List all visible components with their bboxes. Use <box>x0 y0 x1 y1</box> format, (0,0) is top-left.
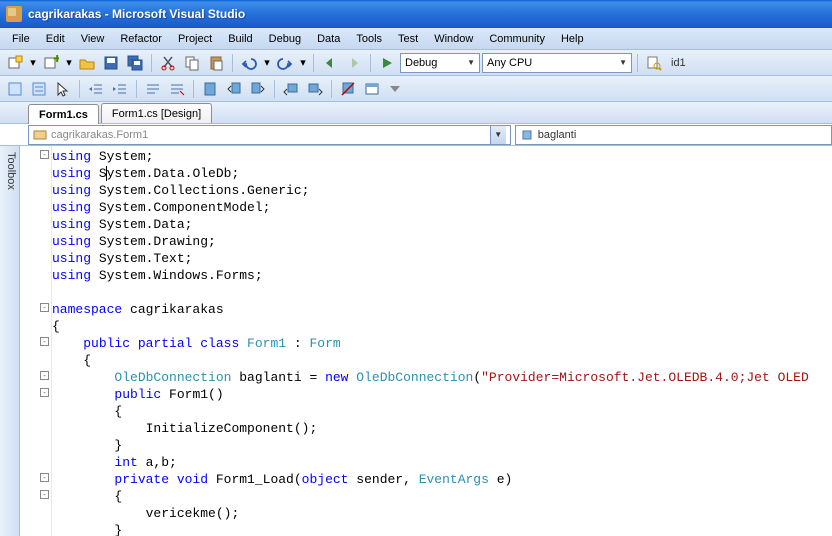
code-editor[interactable]: using System; using System.Data.OleDb; u… <box>52 146 832 536</box>
menu-debug[interactable]: Debug <box>261 30 309 48</box>
separator <box>136 80 137 98</box>
nav-back-button[interactable] <box>319 52 341 74</box>
separator <box>274 80 275 98</box>
class-icon <box>33 128 47 142</box>
menu-tools[interactable]: Tools <box>348 30 390 48</box>
open-button[interactable] <box>76 52 98 74</box>
menu-project[interactable]: Project <box>170 30 220 48</box>
menu-build[interactable]: Build <box>220 30 260 48</box>
menu-help[interactable]: Help <box>553 30 592 48</box>
type-combo[interactable]: cagrikarakas.Form1 ▼ <box>28 125 511 145</box>
menu-community[interactable]: Community <box>481 30 553 48</box>
copy-button[interactable] <box>181 52 203 74</box>
outline-collapse-icon[interactable]: - <box>40 473 49 482</box>
outline-collapse-icon[interactable]: - <box>40 150 49 159</box>
outline-collapse-icon[interactable]: - <box>40 371 49 380</box>
tab-label: Form1.cs [Design] <box>112 108 201 120</box>
vs-app-icon <box>6 6 22 22</box>
find-in-files-button[interactable] <box>643 52 665 74</box>
window-title: cagrikarakas - Microsoft Visual Studio <box>28 7 245 21</box>
toolbar-options-button[interactable] <box>385 78 407 100</box>
title-bar: cagrikarakas - Microsoft Visual Studio <box>0 0 832 28</box>
config-combo[interactable]: Debug▼ <box>400 53 480 73</box>
tab-form1-design[interactable]: Form1.cs [Design] <box>101 103 212 123</box>
menu-data[interactable]: Data <box>309 30 348 48</box>
bookmark-window-button[interactable] <box>361 78 383 100</box>
document-tabs: Form1.cs Form1.cs [Design] <box>0 102 832 124</box>
menu-view[interactable]: View <box>73 30 113 48</box>
paste-button[interactable] <box>205 52 227 74</box>
platform-combo[interactable]: Any CPU▼ <box>482 53 632 73</box>
cut-button[interactable] <box>157 52 179 74</box>
next-bookmark-folder-button[interactable] <box>304 78 326 100</box>
nav-fwd-button[interactable] <box>343 52 365 74</box>
save-all-button[interactable] <box>124 52 146 74</box>
next-bookmark-button[interactable] <box>247 78 269 100</box>
menu-window[interactable]: Window <box>426 30 481 48</box>
display-object-button[interactable] <box>4 78 26 100</box>
config-value: Debug <box>405 57 437 69</box>
menu-bar: File Edit View Refactor Project Build De… <box>0 28 832 50</box>
menu-edit[interactable]: Edit <box>38 30 73 48</box>
text-editor-toolbar <box>0 76 832 102</box>
undo-button[interactable] <box>238 52 260 74</box>
field-icon <box>520 128 534 142</box>
menu-file[interactable]: File <box>4 30 38 48</box>
prev-bookmark-folder-button[interactable] <box>280 78 302 100</box>
code-nav-bar: cagrikarakas.Form1 ▼ baglanti <box>0 124 832 146</box>
comment-button[interactable] <box>142 78 164 100</box>
separator <box>193 80 194 98</box>
tab-form1-cs[interactable]: Form1.cs <box>28 104 99 124</box>
toolbox-tab[interactable]: Toolbox <box>0 146 20 536</box>
separator <box>79 80 80 98</box>
display-member-button[interactable] <box>28 78 50 100</box>
bookmark-button[interactable] <box>199 78 221 100</box>
toolbox-label: Toolbox <box>5 152 17 190</box>
separator <box>151 54 152 72</box>
member-value: baglanti <box>538 129 827 141</box>
member-combo[interactable]: baglanti <box>515 125 832 145</box>
svg-text:✚: ✚ <box>53 55 59 65</box>
outline-collapse-icon[interactable]: - <box>40 303 49 312</box>
increase-indent-button[interactable] <box>109 78 131 100</box>
new-project-dropdown[interactable]: ▾ <box>28 52 38 74</box>
standard-toolbar: ▾ ✚ ▾ ▾ ▾ Debug▼ Any CPU▼ id1 <box>0 50 832 76</box>
redo-dropdown[interactable]: ▾ <box>298 52 308 74</box>
decrease-indent-button[interactable] <box>85 78 107 100</box>
start-debug-button[interactable] <box>376 52 398 74</box>
uncomment-button[interactable] <box>166 78 188 100</box>
redo-button[interactable] <box>274 52 296 74</box>
cursor-icon[interactable] <box>52 78 74 100</box>
tab-label: Form1.cs <box>39 109 88 121</box>
menu-test[interactable]: Test <box>390 30 426 48</box>
type-value: cagrikarakas.Form1 <box>51 129 490 141</box>
separator <box>331 80 332 98</box>
undo-dropdown[interactable]: ▾ <box>262 52 272 74</box>
outline-collapse-icon[interactable]: - <box>40 388 49 397</box>
separator <box>313 54 314 72</box>
separator <box>232 54 233 72</box>
find-text[interactable]: id1 <box>667 57 690 69</box>
platform-value: Any CPU <box>487 57 532 69</box>
separator <box>370 54 371 72</box>
clear-bookmarks-button[interactable] <box>337 78 359 100</box>
gutter: - - - - - - - <box>20 146 52 536</box>
separator <box>637 54 638 72</box>
outline-collapse-icon[interactable]: - <box>40 490 49 499</box>
prev-bookmark-button[interactable] <box>223 78 245 100</box>
save-button[interactable] <box>100 52 122 74</box>
add-item-dropdown[interactable]: ▾ <box>64 52 74 74</box>
add-item-button[interactable]: ✚ <box>40 52 62 74</box>
chevron-down-icon: ▼ <box>490 126 506 144</box>
menu-refactor[interactable]: Refactor <box>112 30 170 48</box>
outline-collapse-icon[interactable]: - <box>40 337 49 346</box>
editor-area: Toolbox - - - - - - - using System; usin… <box>0 146 832 536</box>
new-project-button[interactable] <box>4 52 26 74</box>
